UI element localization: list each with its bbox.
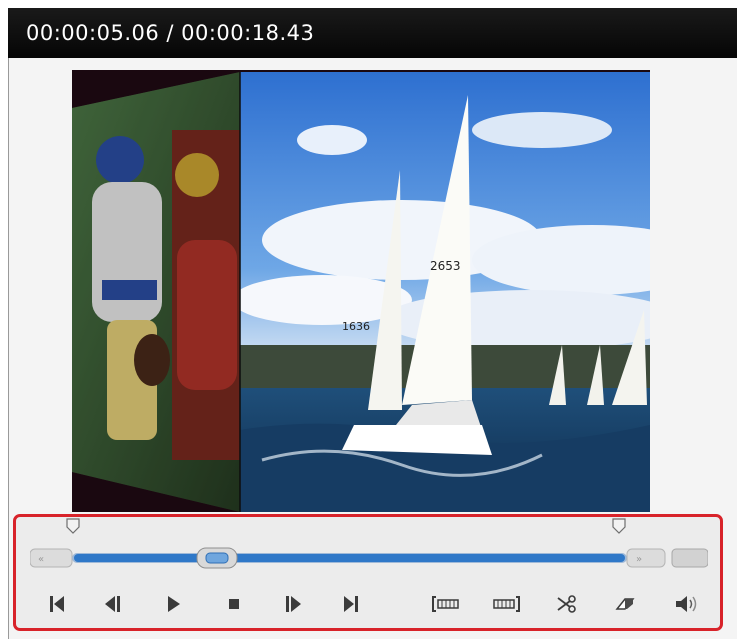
play-icon [168, 596, 180, 612]
mark-in-handle[interactable] [66, 518, 80, 534]
scissors-icon [557, 595, 576, 613]
mark-in-button[interactable] [428, 586, 466, 622]
step-back-icon [105, 596, 120, 612]
sailing-clip: 2653 1636 [240, 72, 650, 512]
sail-number-secondary: 1636 [342, 320, 370, 333]
next-frame-button[interactable] [274, 586, 312, 622]
go-to-start-button[interactable] [38, 586, 76, 622]
football-clip [72, 72, 240, 512]
eraser-button[interactable] [606, 586, 644, 622]
forward-arrows-icon: » [636, 554, 642, 565]
speaker-icon [676, 596, 697, 612]
mark-out-handle[interactable] [612, 518, 626, 534]
timeline-scrubber[interactable]: « » [30, 548, 708, 568]
rewind-arrows-icon: « [38, 554, 44, 565]
mark-in-icon [432, 596, 459, 612]
skip-to-end-icon [344, 596, 358, 612]
mark-out-icon [493, 596, 520, 612]
time-bar: 00:00:05.06 / 00:00:18.43 [8, 8, 737, 58]
step-forward-icon [286, 596, 301, 612]
split-clip-button[interactable] [548, 586, 586, 622]
previous-frame-button[interactable] [94, 586, 132, 622]
skip-to-start-icon [50, 596, 64, 612]
playhead-slider[interactable] [196, 546, 238, 570]
sail-number-primary: 2653 [430, 259, 461, 273]
play-button[interactable] [154, 586, 192, 622]
video-preview: 2653 1636 [72, 70, 650, 512]
stop-icon [229, 599, 239, 609]
stop-button[interactable] [215, 586, 253, 622]
time-display: 00:00:05.06 / 00:00:18.43 [26, 21, 315, 45]
mark-out-button[interactable] [486, 586, 524, 622]
timeline-track-fill [74, 554, 625, 562]
eraser-icon [615, 598, 635, 610]
volume-button[interactable] [668, 586, 706, 622]
video-frame: 2653 1636 [72, 72, 650, 512]
go-to-end-button[interactable] [332, 586, 370, 622]
